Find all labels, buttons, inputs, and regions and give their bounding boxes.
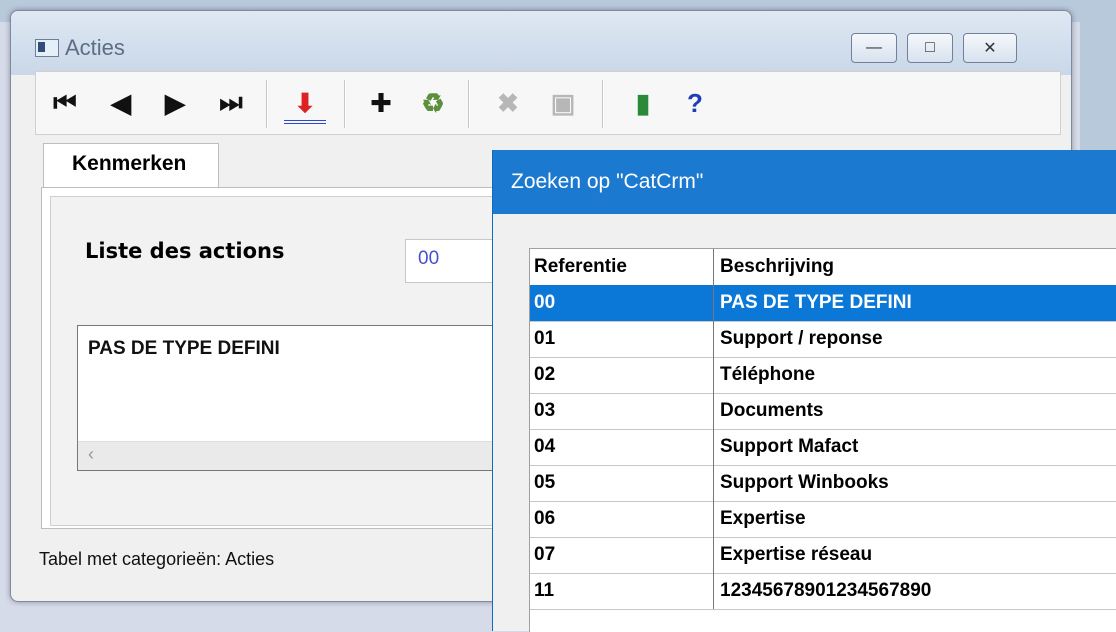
table-row[interactable]: 00 PAS DE TYPE DEFINI	[530, 285, 1116, 322]
exit-door-icon[interactable]: ▮	[626, 86, 660, 120]
help-icon[interactable]: ?	[678, 86, 712, 120]
toolbar-separator	[266, 80, 268, 128]
row-ref: 11	[530, 573, 714, 609]
app-icon	[35, 39, 59, 57]
row-ref: 03	[530, 393, 714, 429]
search-results-grid: Referentie Beschrijving 00 PAS DE TYPE D…	[529, 248, 1116, 632]
table-row[interactable]: 04 Support Mafact	[530, 429, 1116, 466]
add-record-icon[interactable]: ✚	[364, 86, 398, 120]
column-header-referentie[interactable]: Referentie	[530, 249, 714, 285]
insert-icon[interactable]: ⬇	[284, 86, 326, 124]
title-bar[interactable]: Acties — □ ✕	[11, 11, 1071, 75]
form-panel: Liste des actions 00 PAS DE TYPE DEFINI …	[50, 196, 549, 526]
row-desc: Expertise réseau	[720, 544, 873, 565]
description-text: PAS DE TYPE DEFINI	[88, 338, 280, 359]
previous-record-icon[interactable]: ◀	[104, 86, 138, 120]
save-icon[interactable]: ▣	[546, 86, 580, 120]
table-row[interactable]: 07 Expertise réseau	[530, 537, 1116, 574]
grid-header: Referentie Beschrijving	[530, 249, 1116, 286]
column-header-beschrijving[interactable]: Beschrijving	[714, 249, 1116, 285]
row-ref: 02	[530, 357, 714, 393]
row-ref: 05	[530, 465, 714, 501]
maximize-button[interactable]: □	[907, 33, 953, 63]
last-record-icon[interactable]: ⏭	[214, 86, 248, 120]
row-ref: 01	[530, 321, 714, 357]
table-row[interactable]: 11 12345678901234567890	[530, 573, 1116, 610]
row-desc: Téléphone	[720, 364, 816, 385]
table-row[interactable]: 05 Support Winbooks	[530, 465, 1116, 502]
row-desc: Support / reponse	[720, 328, 883, 349]
close-button[interactable]: ✕	[963, 33, 1017, 63]
toolbar-separator	[602, 80, 604, 128]
search-popup: Zoeken op "CatCrm" Referentie Beschrijvi…	[492, 150, 1116, 632]
tab-kenmerken[interactable]: Kenmerken	[43, 143, 219, 189]
tab-panel: Liste des actions 00 PAS DE TYPE DEFINI …	[41, 187, 549, 529]
scroll-left-icon[interactable]: ‹	[88, 444, 94, 465]
status-bar-text: Tabel met categorieën: Acties	[39, 549, 275, 569]
window-title: Acties	[65, 35, 125, 60]
recycle-bin-icon[interactable]: ♻	[416, 86, 450, 120]
row-desc: Documents	[720, 400, 824, 421]
row-desc: Support Mafact	[720, 436, 859, 457]
next-record-icon[interactable]: ▶	[158, 86, 192, 120]
toolbar-separator	[468, 80, 470, 128]
horizontal-scrollbar[interactable]: ‹	[78, 441, 548, 470]
description-box[interactable]: PAS DE TYPE DEFINI ‹	[77, 325, 549, 471]
field-label-liste-des-actions: Liste des actions	[85, 239, 285, 263]
row-ref: 04	[530, 429, 714, 465]
table-row[interactable]: 03 Documents	[530, 393, 1116, 430]
toolbar: ⏮ ◀ ▶ ⏭ ⬇ ✚ ♻ ✖ ▣ ▮ ?	[35, 71, 1061, 135]
delete-record-icon[interactable]: ✖	[488, 86, 528, 120]
table-row[interactable]: 01 Support / reponse	[530, 321, 1116, 358]
row-desc: Expertise	[720, 508, 806, 529]
row-ref: 00	[530, 285, 714, 321]
minimize-button[interactable]: —	[851, 33, 897, 63]
table-row[interactable]: 06 Expertise	[530, 501, 1116, 538]
toolbar-separator	[344, 80, 346, 128]
first-record-icon[interactable]: ⏮	[48, 86, 82, 120]
popup-title[interactable]: Zoeken op "CatCrm"	[493, 150, 1116, 214]
table-row[interactable]: 02 Téléphone	[530, 357, 1116, 394]
row-ref: 07	[530, 537, 714, 573]
row-ref: 06	[530, 501, 714, 537]
row-desc: Support Winbooks	[720, 472, 889, 493]
row-desc: 12345678901234567890	[720, 580, 932, 601]
row-desc: PAS DE TYPE DEFINI	[720, 292, 912, 313]
